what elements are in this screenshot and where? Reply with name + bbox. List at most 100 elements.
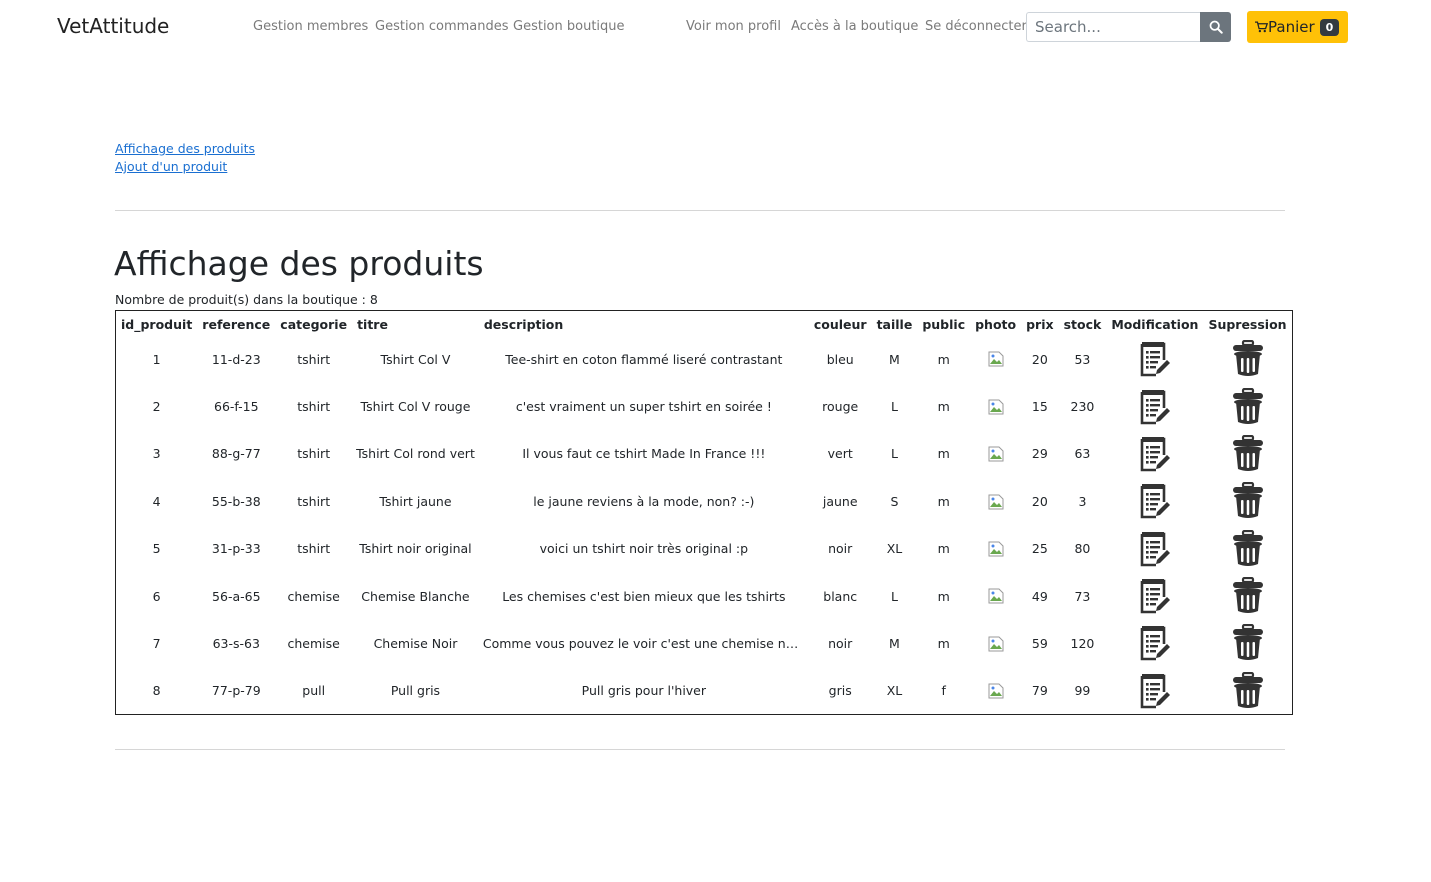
cell-id: 2 xyxy=(152,399,161,415)
search-button[interactable] xyxy=(1200,12,1231,42)
cell-public: m xyxy=(937,399,950,415)
cell-reference: 55-b-38 xyxy=(211,493,261,509)
nav-gestion-boutique[interactable]: Gestion boutique xyxy=(513,19,625,34)
nav-deconnexion[interactable]: Se déconnecter xyxy=(925,19,1027,34)
cell-supression xyxy=(1203,478,1292,525)
link-ajout-produit[interactable]: Ajout d'un produit xyxy=(115,159,227,174)
cell-id: 7 xyxy=(152,635,161,651)
cell-public: m xyxy=(937,446,950,462)
cell-categorie: chemise xyxy=(287,588,340,604)
cell-description: Tee-shirt en coton flammé liseré contras… xyxy=(505,351,783,367)
cell-supression xyxy=(1203,336,1292,383)
cell-description: le jaune reviens à la mode, non? :-) xyxy=(533,493,755,509)
edit-document-icon[interactable] xyxy=(1138,577,1172,615)
cell-photo xyxy=(970,383,1021,430)
cell-titre: Chemise Noir xyxy=(373,635,458,651)
column-header-taille: taille xyxy=(876,316,913,332)
edit-document-icon[interactable] xyxy=(1138,435,1172,473)
cart-button[interactable]: Panier 0 xyxy=(1247,11,1348,43)
link-affichage-produits[interactable]: Affichage des produits xyxy=(115,141,255,156)
column-header-id-produit: id_produit xyxy=(121,316,193,332)
cell-supression xyxy=(1203,430,1292,477)
search-input[interactable] xyxy=(1026,12,1200,42)
cell-prix: 49 xyxy=(1031,588,1048,604)
trash-icon[interactable] xyxy=(1231,624,1265,662)
divider-bottom xyxy=(115,749,1285,750)
column-header-categorie: categorie xyxy=(280,316,348,332)
nav-voir-profil[interactable]: Voir mon profil xyxy=(686,19,781,34)
cell-modification xyxy=(1106,667,1203,714)
cell-photo xyxy=(970,572,1021,619)
table-row: 3 88-g-77 tshirt Tshirt Col rond vert Il vou… xyxy=(116,430,1293,477)
cell-categorie: tshirt xyxy=(297,351,331,367)
cell-reference: 88-g-77 xyxy=(211,446,261,462)
cell-modification xyxy=(1106,620,1203,667)
cell-description: Pull gris pour l'hiver xyxy=(581,683,707,699)
edit-document-icon[interactable] xyxy=(1138,530,1172,568)
broken-image-icon xyxy=(988,494,1004,510)
cell-stock: 80 xyxy=(1074,541,1091,557)
page-title: Affichage des produits xyxy=(114,244,484,283)
trash-icon[interactable] xyxy=(1231,387,1265,426)
cell-reference: 31-p-33 xyxy=(211,541,261,557)
nav-acces-boutique[interactable]: Accès à la boutique xyxy=(791,19,918,34)
cell-couleur: rouge xyxy=(822,399,859,415)
cell-id: 1 xyxy=(152,351,161,367)
cell-supression xyxy=(1203,620,1292,667)
cell-id: 3 xyxy=(152,446,161,462)
trash-icon[interactable] xyxy=(1231,482,1265,520)
divider-top xyxy=(115,210,1285,211)
trash-icon[interactable] xyxy=(1231,529,1265,568)
broken-image-icon xyxy=(988,446,1004,462)
column-header-reference: reference xyxy=(202,316,271,332)
broken-image-icon xyxy=(988,351,1004,367)
edit-document-icon[interactable] xyxy=(1138,672,1172,710)
cell-public: m xyxy=(937,588,950,604)
cell-public: m xyxy=(937,541,950,557)
table-header-row: id_produit reference categorie titre descrip… xyxy=(116,311,1293,336)
trash-icon[interactable] xyxy=(1231,577,1265,615)
edit-document-icon[interactable] xyxy=(1138,388,1172,426)
cell-stock: 99 xyxy=(1074,683,1091,699)
nav-gestion-commandes[interactable]: Gestion commandes xyxy=(375,19,509,34)
cell-photo xyxy=(970,430,1021,477)
cell-modification xyxy=(1106,478,1203,525)
cell-taille: L xyxy=(890,399,898,415)
cell-couleur: noir xyxy=(828,635,853,651)
cell-supression xyxy=(1203,572,1292,619)
cell-modification xyxy=(1106,572,1203,619)
table-row: 1 11-d-23 tshirt Tshirt Col V Tee-shirt en c… xyxy=(116,336,1293,383)
edit-document-icon[interactable] xyxy=(1138,624,1172,662)
cell-stock: 3 xyxy=(1078,493,1087,509)
nav-gestion-membres[interactable]: Gestion membres xyxy=(253,19,368,34)
cell-prix: 15 xyxy=(1031,399,1048,415)
cell-supression xyxy=(1203,383,1292,430)
brand-logo[interactable]: VetAttitude xyxy=(57,14,169,38)
cell-titre: Pull gris xyxy=(390,683,441,699)
cell-photo xyxy=(970,478,1021,525)
trash-icon[interactable] xyxy=(1231,671,1265,710)
column-header-description: description xyxy=(483,316,564,332)
cell-couleur: noir xyxy=(828,541,853,557)
cell-description: Les chemises c'est bien mieux que les ts… xyxy=(502,588,786,604)
cell-description: voici un tshirt noir très original :p xyxy=(539,541,749,557)
cell-public: f xyxy=(941,683,946,699)
cell-reference: 56-a-65 xyxy=(212,588,261,604)
cell-id: 5 xyxy=(152,541,161,557)
table-row: 5 31-p-33 tshirt Tshirt noir original voici … xyxy=(116,525,1293,572)
cell-couleur: blanc xyxy=(823,588,858,604)
cell-categorie: tshirt xyxy=(297,446,331,462)
broken-image-icon xyxy=(988,588,1004,604)
edit-document-icon[interactable] xyxy=(1138,482,1172,520)
cell-public: m xyxy=(937,493,950,509)
trash-icon[interactable] xyxy=(1231,340,1265,378)
table-row: 4 55-b-38 tshirt Tshirt jaune le jaune revie… xyxy=(116,478,1293,525)
cart-count-badge: 0 xyxy=(1319,18,1340,36)
edit-document-icon[interactable] xyxy=(1138,340,1172,378)
cell-description: Il vous faut ce tshirt Made In France !!… xyxy=(522,446,766,462)
cell-prix: 25 xyxy=(1031,541,1048,557)
broken-image-icon xyxy=(988,683,1004,699)
cell-couleur: bleu xyxy=(826,351,854,367)
trash-icon[interactable] xyxy=(1231,434,1265,473)
cell-stock: 63 xyxy=(1074,446,1091,462)
